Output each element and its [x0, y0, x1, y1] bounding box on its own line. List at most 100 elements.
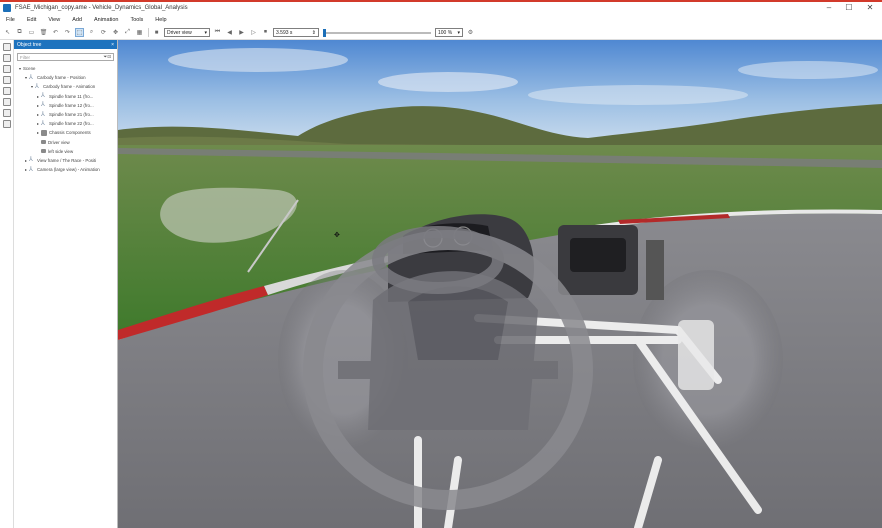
menu-bar: File Edit View Add Animation Tools Help: [0, 14, 882, 26]
menu-tools[interactable]: Tools: [130, 17, 143, 23]
scene-tab-icon[interactable]: [2, 87, 11, 95]
chevron-down-icon: ▾: [204, 29, 207, 36]
tree-item-label: Scene: [23, 66, 36, 72]
object-tree: ▾Scene▾Carbody frame - Position▾Carbody …: [14, 64, 117, 174]
frame-icon: [35, 82, 41, 90]
frame-icon: [41, 119, 47, 127]
zoom-select[interactable]: 100 % ▾: [435, 28, 463, 37]
frame-icon: [41, 91, 47, 99]
properties-tab-icon[interactable]: [2, 54, 11, 62]
menu-animation[interactable]: Animation: [94, 17, 118, 23]
time-slider[interactable]: [323, 28, 431, 37]
tree-item[interactable]: ▸ Chassis Components: [14, 128, 117, 137]
view-select[interactable]: Driver view ▾: [164, 28, 210, 37]
select-tool-icon[interactable]: ⬚: [75, 28, 84, 37]
frame-icon: [29, 155, 35, 163]
panel-close-icon[interactable]: ×: [111, 42, 114, 48]
redo-icon[interactable]: ↷: [63, 28, 72, 37]
tree-item-label: Carbody frame - Animation: [43, 84, 96, 90]
tree-item[interactable]: ▸Spindle frame 12 (fro...: [14, 100, 117, 110]
menu-help[interactable]: Help: [155, 17, 166, 23]
undo-icon[interactable]: ↶: [51, 28, 60, 37]
frame-icon: [41, 100, 47, 108]
maximize-button[interactable]: ☐: [840, 3, 858, 13]
spinner-icon: ⇕: [311, 29, 316, 36]
stop-icon[interactable]: ⏹: [261, 28, 270, 37]
tree-item-label: Spindle frame 22 (fro...: [49, 121, 94, 127]
tree-item[interactable]: ▸Spindle frame 11 (fro...: [14, 91, 117, 101]
settings-tab-icon[interactable]: [2, 120, 11, 128]
step-forward-icon[interactable]: ▷: [249, 28, 258, 37]
time-slider-thumb[interactable]: [323, 28, 326, 37]
time-value: 3.593 s: [276, 29, 293, 36]
tree-item[interactable]: ▸Spindle frame 21 (fro...: [14, 110, 117, 119]
menu-add[interactable]: Add: [72, 17, 82, 23]
tree-item[interactable]: ▾Carbody frame - Position: [14, 73, 117, 82]
object-tree-panel: Object tree × Filter ⏷⊡ ▾Scene▾Carbody f…: [14, 40, 118, 528]
tree-item-label: Driver view: [48, 139, 70, 145]
settings-icon[interactable]: ⚙: [466, 28, 475, 37]
side-icon-strip: [0, 40, 14, 528]
rotate-tool-icon[interactable]: ⟳: [99, 28, 108, 37]
tree-item-label: Carbody frame - Position: [37, 75, 86, 81]
toolbar: ↖ ⧉ ▭ 🗑 ↶ ↷ ⬚ ⌕ ⟳ ✥ ⤢ ▦ ■ Driver view ▾ …: [0, 26, 882, 40]
cloud: [378, 72, 518, 92]
pointer-icon[interactable]: ↖: [3, 28, 12, 37]
menu-file[interactable]: File: [6, 17, 15, 23]
export-tab-icon[interactable]: [2, 109, 11, 117]
tree-item-label: Spindle frame 12 (fro...: [49, 102, 94, 108]
frame-icon: [29, 165, 35, 173]
camera-icon[interactable]: ■: [152, 28, 161, 37]
graph-tab-icon[interactable]: [2, 76, 11, 84]
title-bar: FSAE_Michigan_copy.ame - Vehicle_Dynamic…: [0, 0, 882, 14]
view-select-value: Driver view: [167, 29, 192, 36]
tree-item-label: Camera (large view) - Animation: [37, 167, 100, 173]
filter-icon[interactable]: ⏷⊡: [104, 54, 111, 60]
minimize-button[interactable]: –: [820, 3, 838, 13]
pan-tool-icon[interactable]: ✥: [111, 28, 120, 37]
paste-icon[interactable]: ▭: [27, 28, 36, 37]
camera-tab-icon[interactable]: [2, 98, 11, 106]
zoom-select-value: 100 %: [438, 29, 453, 36]
scene-render: [118, 40, 882, 528]
camera-icon: [41, 140, 46, 145]
frame-icon: [29, 73, 35, 81]
tree-item[interactable]: ▸Camera (large view) - Animation: [14, 165, 117, 174]
tree-item-label: View frame / The Race - Positi: [37, 157, 97, 163]
object-tree-tab-icon[interactable]: [2, 43, 11, 51]
delete-icon[interactable]: 🗑: [39, 28, 48, 37]
tree-item-label: Spindle frame 21 (fro...: [49, 112, 94, 118]
menu-view[interactable]: View: [48, 17, 60, 23]
tree-item[interactable]: Driver view: [14, 138, 117, 147]
camera-icon: [41, 149, 46, 154]
tree-item[interactable]: ▾Carbody frame - Animation: [14, 82, 117, 91]
tree-item-label: left side view: [48, 148, 74, 154]
fit-view-icon[interactable]: ⤢: [123, 28, 132, 37]
layout-icon[interactable]: ▦: [135, 28, 144, 37]
tree-item-label: Chassis Components: [49, 130, 91, 136]
filter-input[interactable]: Filter ⏷⊡: [17, 53, 114, 61]
cloud: [738, 61, 878, 79]
copy-icon[interactable]: ⧉: [15, 28, 24, 37]
shock-absorber: [646, 240, 664, 300]
cloud: [168, 48, 348, 72]
3d-viewport[interactable]: ✥: [118, 40, 882, 528]
front-hub: [678, 320, 714, 390]
chevron-down-icon: ▾: [457, 29, 460, 36]
menu-edit[interactable]: Edit: [27, 17, 36, 23]
filter-placeholder: Filter: [20, 54, 30, 60]
zoom-tool-icon[interactable]: ⌕: [87, 28, 96, 37]
time-input[interactable]: 3.593 s ⇕: [273, 28, 319, 37]
step-back-icon[interactable]: ◀: [225, 28, 234, 37]
close-button[interactable]: ✕: [861, 3, 879, 13]
library-tab-icon[interactable]: [2, 65, 11, 73]
tree-item-label: Spindle frame 11 (fro...: [49, 93, 94, 99]
cloud: [528, 85, 748, 105]
tree-item[interactable]: ▸Spindle frame 22 (fro...: [14, 119, 117, 128]
rewind-icon[interactable]: ⏮: [213, 28, 222, 37]
play-icon[interactable]: ▶: [237, 28, 246, 37]
center-vents: [570, 238, 626, 272]
window-title: FSAE_Michigan_copy.ame - Vehicle_Dynamic…: [15, 5, 188, 11]
toolbar-separator: [148, 28, 149, 37]
panel-title: Object tree: [17, 41, 42, 48]
